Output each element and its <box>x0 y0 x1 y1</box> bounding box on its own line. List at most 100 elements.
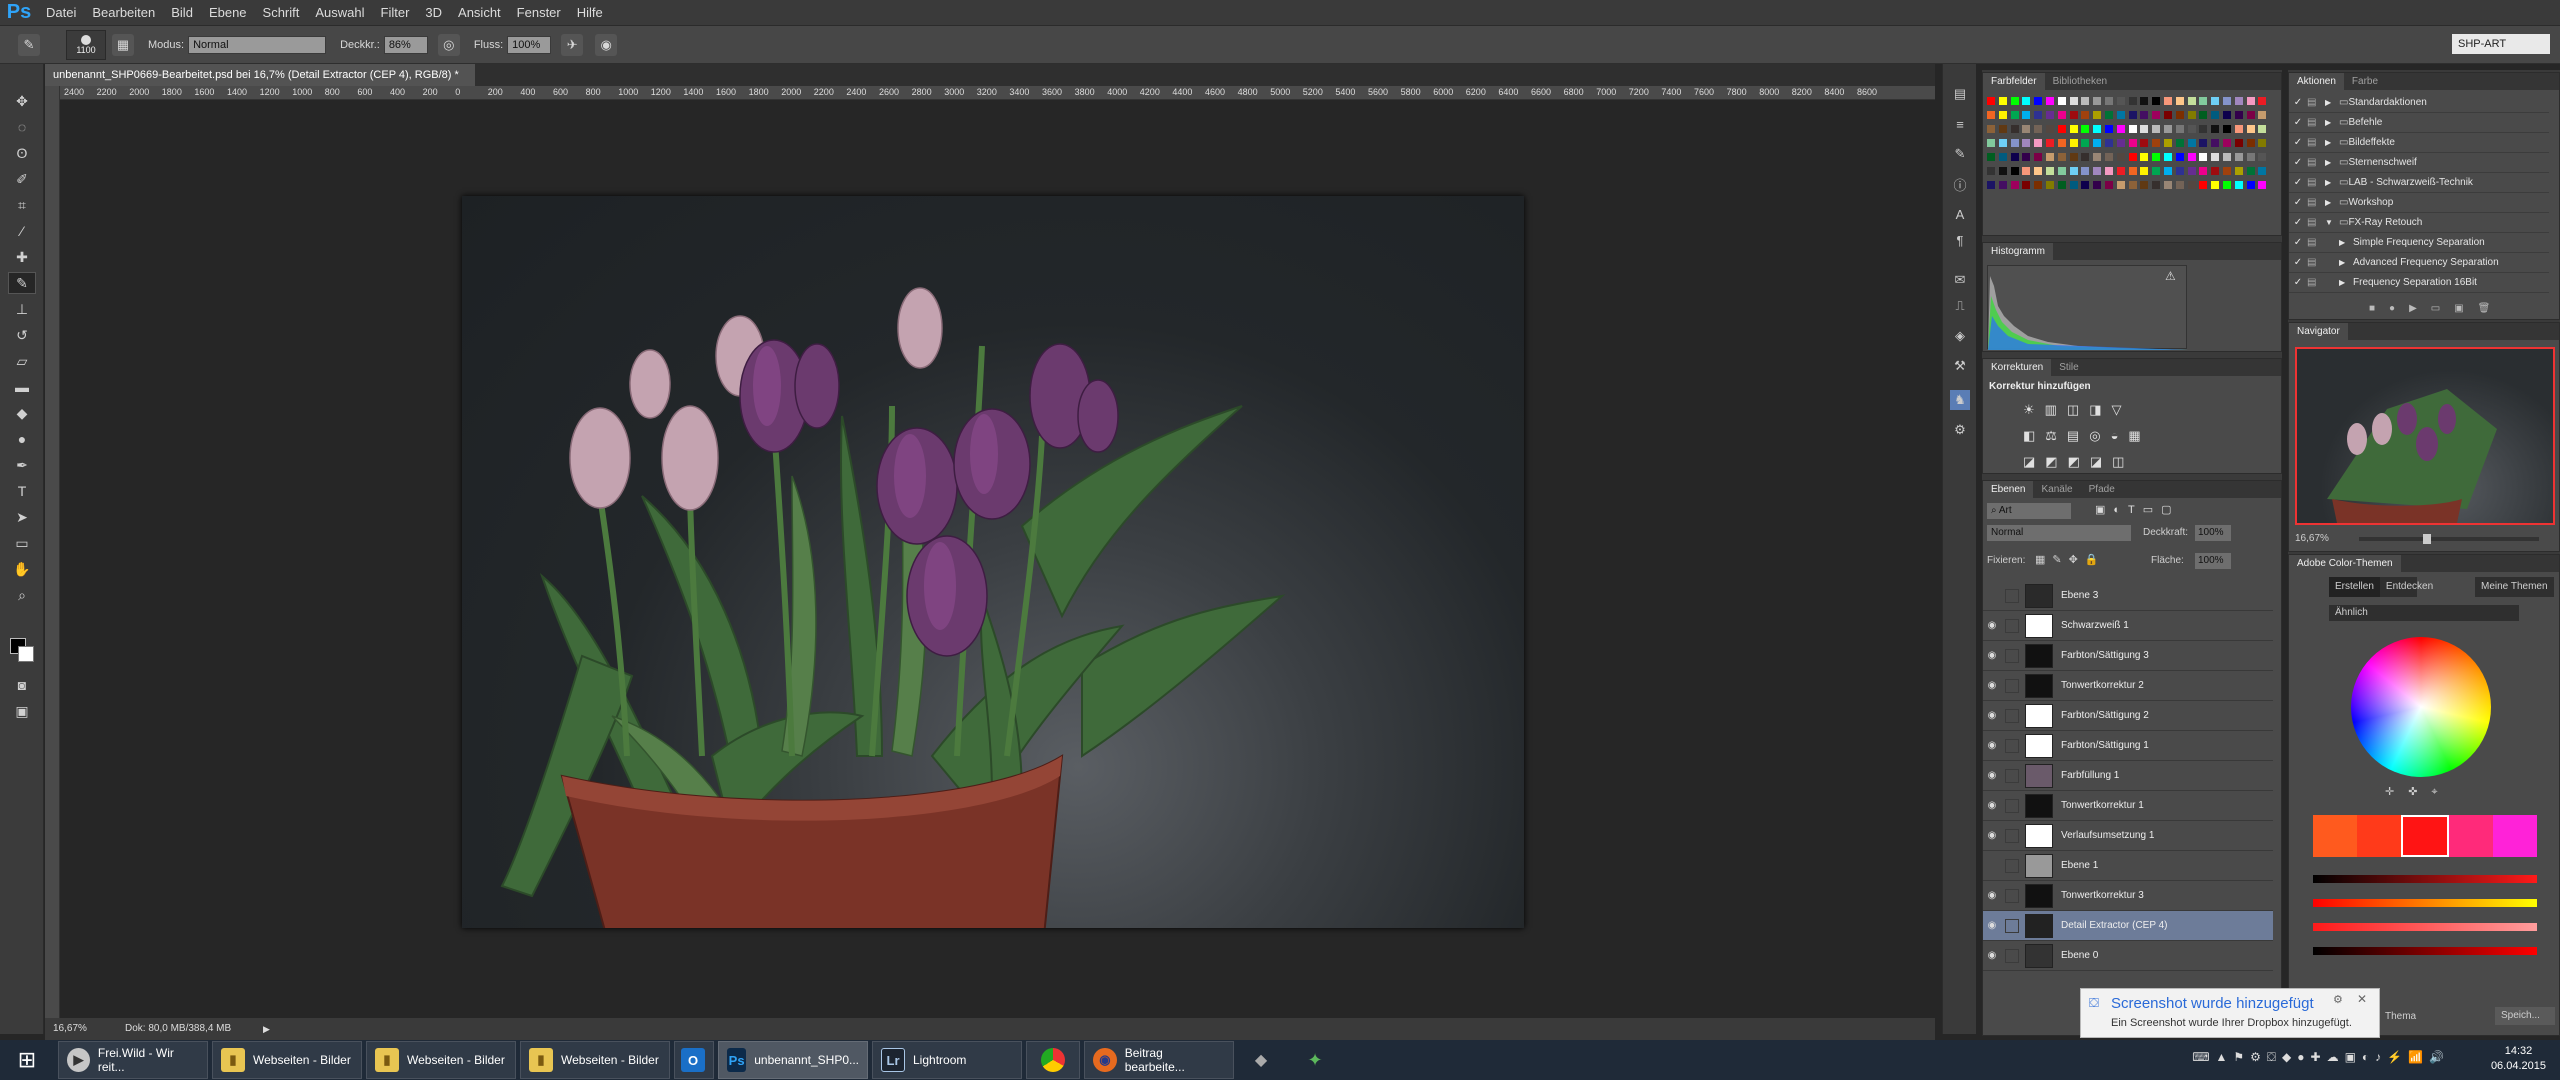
create-button[interactable]: Erstellen <box>2329 577 2380 597</box>
layer-row[interactable]: Ebene 3 <box>1983 581 2273 611</box>
color-swatch[interactable] <box>1987 139 1995 147</box>
color-swatch[interactable] <box>2022 153 2031 161</box>
color-swatch[interactable] <box>2211 111 2220 119</box>
menu-filter[interactable]: Filter <box>373 0 418 26</box>
color-swatch[interactable] <box>2069 139 2078 147</box>
color-swatch[interactable] <box>2258 153 2267 161</box>
color-swatch[interactable] <box>2223 167 2231 175</box>
lasso-tool-icon[interactable]: ʘ <box>8 142 36 164</box>
action-item[interactable]: ✓ ▤ ▶ Advanced Frequency Separation <box>2289 253 2549 273</box>
explore-button[interactable]: Entdecken <box>2380 577 2439 597</box>
color-swatch[interactable] <box>2234 111 2243 119</box>
color-swatch[interactable] <box>2223 125 2231 133</box>
color-swatch[interactable] <box>2022 139 2031 147</box>
color-swatch[interactable] <box>2246 125 2255 133</box>
color-swatch[interactable] <box>2258 181 2267 189</box>
action-check-icon[interactable]: ✓ <box>2289 237 2307 248</box>
color-swatch[interactable] <box>2046 111 2054 119</box>
slider-1[interactable] <box>2313 875 2537 883</box>
color-swatch[interactable] <box>2105 125 2113 133</box>
color-swatch[interactable] <box>2199 125 2208 133</box>
color-swatch[interactable] <box>2199 181 2208 189</box>
color-swatch[interactable] <box>1987 181 1995 189</box>
color-swatch[interactable] <box>2246 153 2255 161</box>
color-swatch[interactable] <box>2081 97 2090 105</box>
zoom-level[interactable]: 16,67% <box>53 1018 87 1040</box>
paragraph-icon[interactable]: ¶ <box>1950 230 1970 250</box>
brush-presets-icon[interactable]: ✎ <box>1950 144 1970 164</box>
color-swatch[interactable] <box>1987 125 1995 133</box>
color-swatch[interactable] <box>2223 111 2231 119</box>
color-swatch[interactable] <box>2140 153 2149 161</box>
blend-mode-select[interactable]: Normal <box>1987 525 2131 541</box>
color-swatch[interactable] <box>2069 125 2078 133</box>
layer-row[interactable]: Ebene 1 <box>1983 851 2273 881</box>
menu-auswahl[interactable]: Auswahl <box>307 0 372 26</box>
color-swatch[interactable] <box>2128 97 2137 105</box>
action-item[interactable]: ✓ ▤ ▶ ▭ LAB - Schwarzweiß-Technik <box>2289 173 2549 193</box>
action-item[interactable]: ✓ ▤ ▶ Simple Frequency Separation <box>2289 233 2549 253</box>
visibility-eye-icon[interactable]: ◉ <box>1983 890 2001 901</box>
marquee-tool-icon[interactable]: ◌ <box>8 116 36 138</box>
color-swatch[interactable] <box>1998 125 2007 133</box>
color-swatch[interactable] <box>1987 111 1995 119</box>
color-swatch[interactable] <box>2046 181 2054 189</box>
airbrush-icon[interactable]: ✈ <box>561 33 584 56</box>
color-swatch[interactable] <box>2093 97 2102 105</box>
taskbar-chrome[interactable] <box>1026 1041 1080 1079</box>
theme-swatch[interactable] <box>2449 815 2493 857</box>
color-swatch[interactable] <box>2246 111 2255 119</box>
save-theme-button[interactable]: Speich... <box>2495 1007 2555 1025</box>
status-menu-arrow-icon[interactable]: ▶ <box>263 1018 270 1040</box>
theme-swatch[interactable] <box>2357 815 2401 857</box>
color-swatch[interactable] <box>2034 125 2043 133</box>
color-swatch[interactable] <box>2046 125 2054 133</box>
color-swatch[interactable] <box>2223 153 2231 161</box>
color-swatch[interactable] <box>2022 125 2031 133</box>
tab-color-themes[interactable]: Adobe Color-Themen <box>2289 555 2401 572</box>
action-check-icon[interactable]: ✓ <box>2289 197 2307 208</box>
action-dialog-icon[interactable]: ▤ <box>2307 157 2325 168</box>
color-swatch[interactable] <box>2246 139 2255 147</box>
color-swatch[interactable] <box>2010 97 2019 105</box>
taskbar-firefox[interactable]: ◉ Beitrag bearbeite... <box>1084 1041 1234 1079</box>
color-swatch[interactable] <box>2175 181 2184 189</box>
clone-stamp-icon[interactable]: ⊥ <box>8 298 36 320</box>
taskbar-explorer-3[interactable]: ▮ Webseiten - Bilder <box>520 1041 670 1079</box>
color-swatch[interactable] <box>2175 167 2184 175</box>
color-swatch[interactable] <box>2081 153 2090 161</box>
visibility-eye-icon[interactable]: ◉ <box>1983 950 2001 961</box>
tab-stile[interactable]: Stile <box>2051 359 2086 376</box>
gradient-tool-icon[interactable]: ▬ <box>8 376 36 398</box>
color-swatch[interactable] <box>2116 181 2125 189</box>
layer-link-box[interactable] <box>2005 618 2019 633</box>
color-swatch[interactable] <box>2022 167 2031 175</box>
action-check-icon[interactable]: ✓ <box>2289 97 2307 108</box>
color-swatch[interactable] <box>2258 111 2267 119</box>
color-swatch[interactable] <box>2187 139 2196 147</box>
action-check-icon[interactable]: ✓ <box>2289 277 2307 288</box>
action-check-icon[interactable]: ✓ <box>2289 257 2307 268</box>
color-swatch[interactable] <box>2234 153 2243 161</box>
menu-ebene[interactable]: Ebene <box>201 0 255 26</box>
color-swatch[interactable] <box>2187 153 2196 161</box>
action-dialog-icon[interactable]: ▤ <box>2307 217 2325 228</box>
color-swatch[interactable] <box>1998 167 2007 175</box>
color-swatch[interactable] <box>2046 97 2054 105</box>
menu-datei[interactable]: Datei <box>38 0 84 26</box>
expand-arrow-icon[interactable]: ▶ <box>2339 238 2353 247</box>
color-swatch[interactable] <box>2152 153 2161 161</box>
color-swatch[interactable] <box>2164 167 2172 175</box>
color-swatch[interactable] <box>2010 139 2019 147</box>
color-swatch[interactable] <box>2246 97 2255 105</box>
color-swatch[interactable] <box>2223 97 2231 105</box>
adjustment-icons[interactable]: ☀▥◫◨▽ ◧⚖▤◎◒▦ ◪◩◩◪◫ <box>2023 397 2213 475</box>
menu-fenster[interactable]: Fenster <box>509 0 569 26</box>
expand-arrow-icon[interactable]: ▶ <box>2339 278 2353 287</box>
layer-row[interactable]: ◉ Farbton/Sättigung 1 <box>1983 731 2273 761</box>
color-swatch[interactable] <box>2010 125 2019 133</box>
color-swatch[interactable] <box>2175 153 2184 161</box>
color-swatch[interactable] <box>2211 181 2220 189</box>
color-swatch[interactable] <box>2093 181 2102 189</box>
color-swatch[interactable] <box>2022 181 2031 189</box>
